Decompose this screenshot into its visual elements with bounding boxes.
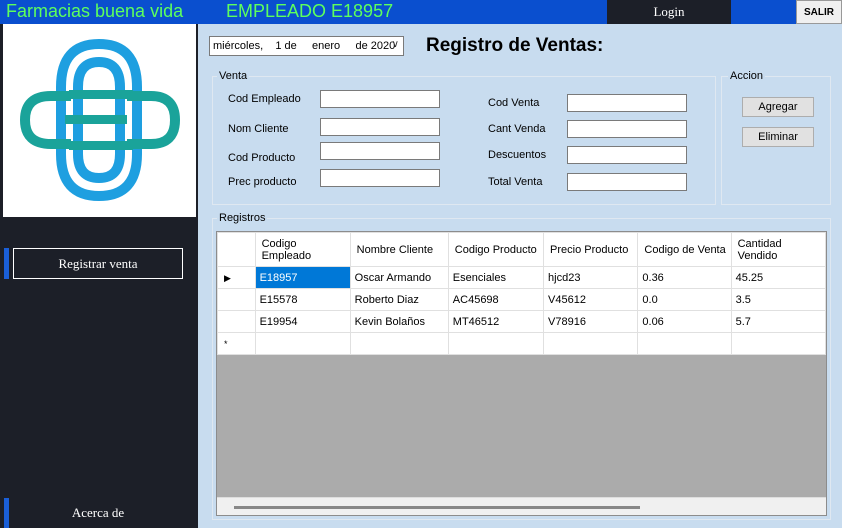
column-header[interactable]: Codigo Empleado — [254, 232, 351, 267]
descuentos-label: Descuentos — [488, 149, 547, 161]
sidebar: Registrar venta Acerca de — [0, 24, 198, 528]
table-row[interactable]: ▶ E18957 Oscar Armando Esenciales hjcd23… — [217, 266, 826, 289]
row-selector[interactable] — [217, 288, 256, 311]
cod-empleado-input[interactable] — [320, 90, 440, 108]
cant-venda-label: Cant Venda — [488, 123, 546, 135]
nav-accent-bar — [4, 248, 9, 279]
table-cell[interactable]: E15578 — [254, 288, 351, 311]
table-cell[interactable]: 3.5 — [730, 288, 826, 311]
column-header[interactable]: Codigo Producto — [447, 232, 545, 267]
accion-group-label: Accion — [728, 70, 766, 82]
prec-producto-label: Prec producto — [228, 176, 297, 188]
table-cell[interactable] — [543, 332, 639, 355]
row-header-corner — [217, 232, 256, 267]
row-selector[interactable] — [217, 310, 256, 333]
date-value: miércoles, 1 de enero de 2020 — [213, 40, 396, 52]
header-row: Codigo Empleado Nombre Cliente Codigo Pr… — [217, 232, 826, 267]
prec-producto-input[interactable] — [320, 169, 440, 187]
table-cell[interactable]: Kevin Bolaños — [349, 310, 449, 333]
venta-group-label: Venta — [217, 70, 250, 82]
row-selector[interactable]: * — [217, 332, 256, 355]
pharmacy-logo — [3, 24, 196, 217]
nav-accent-bar — [4, 498, 9, 528]
total-venta-label: Total Venta — [488, 176, 543, 188]
table-row[interactable]: E19954 Kevin Bolaños MT46512 V78916 0.06… — [217, 310, 826, 333]
chevron-down-icon[interactable]: ∨ — [392, 39, 399, 50]
logo-icon — [19, 38, 181, 202]
cod-venta-input[interactable] — [567, 94, 687, 112]
table-cell[interactable]: 0.06 — [637, 310, 732, 333]
row-selector[interactable]: ▶ — [217, 266, 256, 289]
app-title: Farmacias buena vida — [6, 1, 184, 21]
table-cell[interactable]: AC45698 — [447, 288, 545, 311]
table-cell[interactable]: V45612 — [543, 288, 639, 311]
column-header[interactable]: Codigo de Venta — [637, 232, 732, 267]
scrollbar-thumb[interactable] — [234, 506, 640, 509]
records-table: Codigo Empleado Nombre Cliente Codigo Pr… — [217, 232, 826, 355]
registros-group-label: Registros — [217, 212, 268, 224]
table-cell[interactable]: E19954 — [254, 310, 351, 333]
employee-title: EMPLEADO E18957 — [226, 1, 394, 21]
nom-cliente-input[interactable] — [320, 118, 440, 136]
login-button[interactable]: Login — [607, 0, 731, 24]
delete-button[interactable]: Eliminar — [742, 127, 814, 147]
current-row-icon: ▶ — [224, 272, 231, 283]
table-cell[interactable]: 5.7 — [730, 310, 826, 333]
table-cell[interactable] — [254, 332, 351, 355]
horizontal-scrollbar[interactable] — [217, 497, 826, 515]
new-row[interactable]: * — [217, 332, 826, 355]
table-cell[interactable]: E18957 — [254, 266, 351, 289]
table-cell[interactable]: 45.25 — [730, 266, 826, 289]
records-grid[interactable]: Codigo Empleado Nombre Cliente Codigo Pr… — [216, 231, 827, 516]
top-bar: Farmacias buena vida EMPLEADO E18957 Log… — [0, 0, 842, 24]
cant-venda-input[interactable] — [567, 120, 687, 138]
add-button[interactable]: Agregar — [742, 97, 814, 117]
register-sale-button[interactable]: Registrar venta — [13, 248, 183, 279]
cod-producto-input[interactable] — [320, 142, 440, 160]
table-cell[interactable]: 0.0 — [637, 288, 732, 311]
column-header[interactable]: Precio Producto — [543, 232, 639, 267]
table-cell[interactable]: 0.36 — [637, 266, 732, 289]
column-header[interactable]: Nombre Cliente — [349, 232, 449, 267]
table-cell[interactable]: Roberto Diaz — [349, 288, 449, 311]
table-row[interactable]: E15578 Roberto Diaz AC45698 V45612 0.0 3… — [217, 288, 826, 311]
nom-cliente-label: Nom Cliente — [228, 123, 289, 135]
table-cell[interactable]: Esenciales — [447, 266, 545, 289]
table-cell[interactable]: Oscar Armando — [349, 266, 449, 289]
about-button[interactable]: Acerca de — [13, 498, 183, 528]
new-row-icon: * — [224, 338, 228, 349]
table-cell[interactable] — [637, 332, 732, 355]
table-cell[interactable] — [730, 332, 826, 355]
cod-venta-label: Cod Venta — [488, 97, 540, 109]
total-venta-input[interactable] — [567, 173, 687, 191]
column-header[interactable]: Cantidad Vendido — [730, 232, 826, 267]
table-cell[interactable] — [349, 332, 449, 355]
cod-empleado-label: Cod Empleado — [228, 93, 301, 105]
table-cell[interactable]: hjcd23 — [543, 266, 639, 289]
exit-button[interactable]: SALIR — [796, 0, 842, 24]
page-title: Registro de Ventas: — [426, 35, 604, 56]
date-picker[interactable]: miércoles, 1 de enero de 2020 ∨ — [209, 36, 404, 56]
descuentos-input[interactable] — [567, 146, 687, 164]
table-cell[interactable]: V78916 — [543, 310, 639, 333]
cod-producto-label: Cod Producto — [228, 152, 296, 164]
table-cell[interactable]: MT46512 — [447, 310, 545, 333]
table-cell[interactable] — [447, 332, 545, 355]
